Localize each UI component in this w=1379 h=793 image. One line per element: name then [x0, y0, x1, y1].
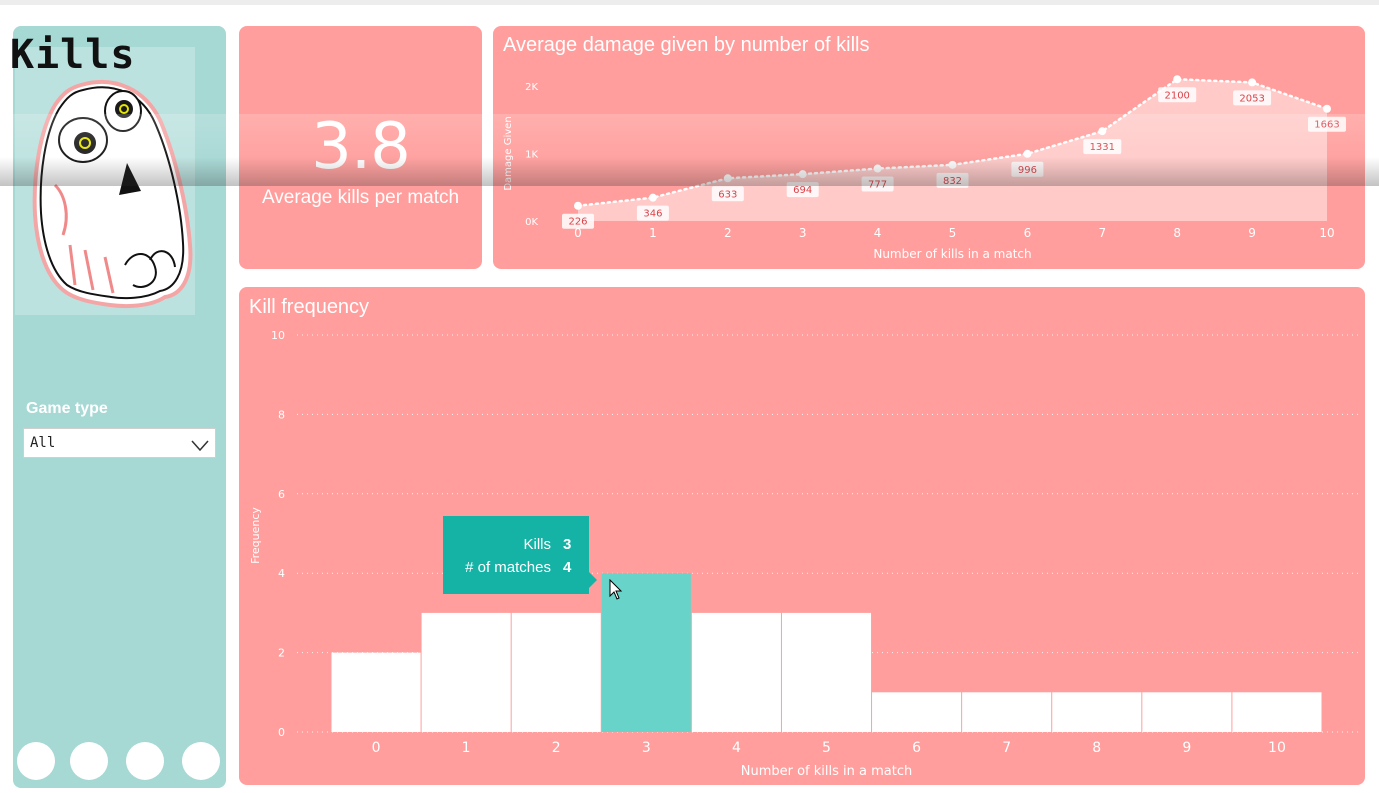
skull-icon: [13, 45, 200, 325]
x-tick-label: 1: [462, 740, 471, 756]
bar: [962, 692, 1052, 732]
data-point: [948, 160, 957, 169]
x-tick-label: 7: [1098, 226, 1106, 240]
x-tick-label: 2: [552, 740, 561, 756]
game-type-selected-value: All: [30, 435, 56, 451]
area-fill: [578, 79, 1327, 221]
kill-frequency-card[interactable]: Kill frequency 0 2 4 6 8 10 Frequency 0 1 2 3 4 5 6 7 8…: [239, 287, 1365, 785]
data-label: 1663: [1314, 120, 1339, 131]
bar: [1232, 692, 1322, 732]
x-tick-label: 4: [874, 226, 882, 240]
x-tick-label: 0: [372, 740, 381, 756]
data-label: 694: [793, 185, 812, 196]
nav-dot-3[interactable]: [126, 742, 164, 780]
x-tick-label: 3: [799, 226, 807, 240]
x-axis-label: Number of kills in a match: [873, 247, 1031, 261]
data-label: 346: [643, 209, 662, 220]
bar: [421, 612, 511, 732]
tooltip-kills-value: 3: [563, 536, 572, 553]
data-label: 777: [868, 180, 887, 191]
y-axis-label: Damage Given: [503, 116, 514, 190]
data-point: [798, 170, 807, 179]
bar: [511, 612, 601, 732]
damage-area-chart: 0K1K2KDamage Given2260346163326943777483…: [503, 75, 1346, 261]
x-tick-label: 10: [1268, 740, 1286, 756]
x-tick-label: 6: [912, 740, 921, 756]
bar: [331, 652, 421, 732]
data-point: [1248, 78, 1257, 87]
data-point: [1023, 149, 1032, 158]
y-tick-label: 1K: [525, 150, 538, 161]
data-label: 832: [943, 176, 962, 187]
nav-dot-4[interactable]: [182, 742, 220, 780]
data-label: 1331: [1090, 142, 1115, 153]
x-tick-label: 4: [732, 740, 741, 756]
x-tick-label: 2: [724, 226, 732, 240]
data-point: [648, 193, 657, 202]
y-tick-label: 4: [278, 567, 285, 580]
x-tick-label: 7: [1002, 740, 1011, 756]
data-label: 2100: [1164, 90, 1189, 101]
kpi-value: 3.8: [311, 110, 411, 184]
bar: [872, 692, 962, 732]
x-tick-label: 9: [1248, 226, 1256, 240]
nav-dot-1[interactable]: [17, 742, 55, 780]
bar-tooltip: Kills 3 # of matches 4: [443, 516, 597, 594]
tooltip-kills-label: Kills: [523, 536, 551, 553]
window-top-edge: [0, 0, 1379, 5]
data-point: [574, 201, 582, 210]
bar: [781, 612, 872, 732]
x-tick-label: 0: [574, 226, 582, 240]
x-tick-label: 1: [649, 226, 657, 240]
game-type-label: Game type: [26, 400, 108, 417]
game-type-dropdown[interactable]: All: [23, 428, 216, 458]
data-label: 2053: [1239, 93, 1264, 104]
mouse-pointer-icon: [609, 578, 623, 605]
y-tick-label: 0: [278, 726, 285, 739]
y-tick-label: 0K: [525, 217, 538, 228]
x-tick-label: 5: [822, 740, 831, 756]
page-title: Kills: [10, 32, 136, 78]
nav-dot-2[interactable]: [70, 742, 108, 780]
y-tick-label: 8: [278, 408, 285, 421]
x-tick-label: 6: [1024, 226, 1032, 240]
kpi-card[interactable]: 3.8 Average kills per match: [239, 26, 482, 269]
y-tick-label: 6: [278, 488, 285, 501]
y-tick-label: 2: [278, 647, 285, 660]
bar: [1052, 692, 1142, 732]
data-label: 633: [718, 189, 737, 200]
x-tick-label: 9: [1182, 740, 1191, 756]
kpi-label: Average kills per match: [261, 187, 460, 208]
data-point: [1173, 75, 1182, 84]
x-tick-label: 8: [1092, 740, 1101, 756]
x-axis-label: Number of kills in a match: [741, 764, 912, 779]
chevron-down-icon: [191, 437, 209, 456]
data-point: [1323, 104, 1331, 113]
y-tick-label: 2K: [525, 82, 538, 93]
data-point: [873, 164, 882, 173]
x-tick-label: 5: [949, 226, 957, 240]
x-tick-label: 8: [1173, 226, 1181, 240]
tooltip-matches-value: 4: [563, 559, 572, 576]
x-tick-label: 3: [642, 740, 651, 756]
data-point: [723, 174, 732, 183]
x-tick-label: 10: [1319, 226, 1334, 240]
bar: [691, 612, 781, 732]
tooltip-matches-label: # of matches: [465, 559, 551, 576]
y-tick-label: 10: [271, 329, 285, 342]
bar: [1142, 692, 1232, 732]
y-axis-label: Frequency: [249, 507, 262, 564]
data-point: [1098, 127, 1107, 136]
data-label: 996: [1018, 165, 1037, 176]
kill-frequency-bar-chart: 0 2 4 6 8 10 Frequency 0 1 2 3 4 5 6 7 8 9 10 Number of ki…: [249, 329, 1361, 779]
damage-chart-card[interactable]: Average damage given by number of kills …: [493, 26, 1365, 269]
